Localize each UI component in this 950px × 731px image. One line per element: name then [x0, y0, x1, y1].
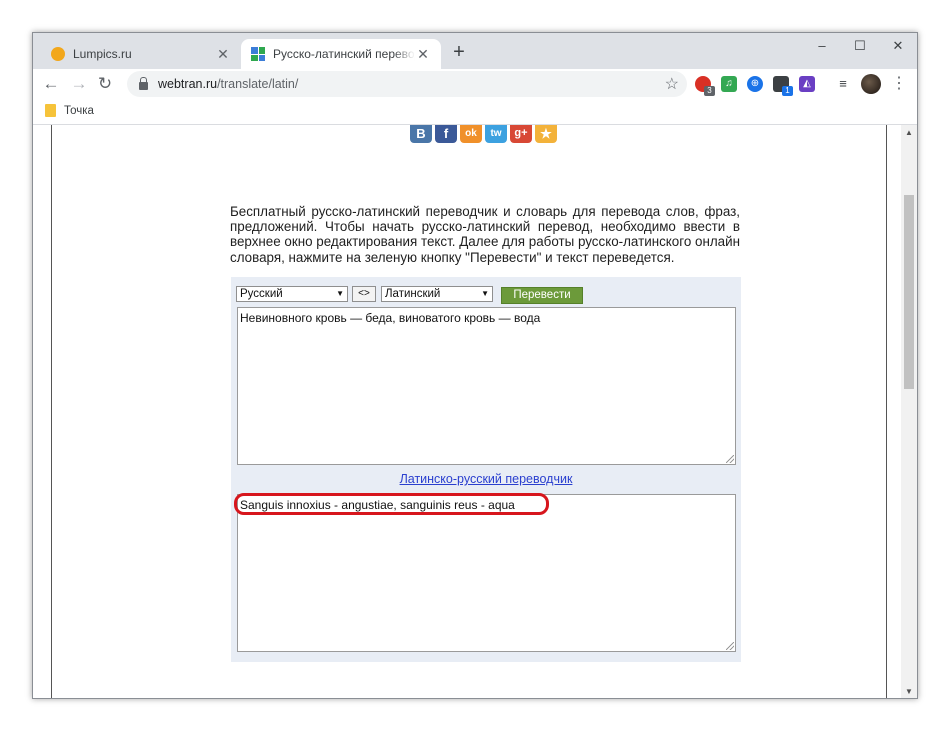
source-language-select[interactable]: Русский ▼: [236, 286, 348, 302]
cube-extension-icon[interactable]: 1: [773, 76, 793, 96]
scroll-down-arrow-icon[interactable]: ▼: [901, 684, 917, 698]
webtran-favicon-icon: [251, 47, 265, 61]
profile-avatar[interactable]: [861, 74, 881, 94]
tab-webtran[interactable]: Русско-латинский переводчик с ✕: [241, 39, 441, 69]
twitter-share-icon[interactable]: tw: [485, 125, 507, 143]
resize-grip-icon[interactable]: [726, 642, 734, 650]
minimize-button[interactable]: –: [803, 33, 841, 61]
result-text-area[interactable]: Sanguis innoxius - angustiae, sanguinis …: [234, 493, 736, 652]
bookmark-label: Точка: [64, 104, 94, 117]
favorite-star-icon[interactable]: ★: [535, 125, 557, 143]
bookmark-star-icon[interactable]: ☆: [665, 74, 679, 94]
swap-languages-button[interactable]: <>: [352, 286, 376, 302]
scroll-up-arrow-icon[interactable]: ▲: [901, 125, 917, 141]
resize-grip-icon[interactable]: [726, 455, 734, 463]
address-bar[interactable]: webtran.ru/translate/latin/ ☆: [127, 71, 687, 97]
opera-red-extension-icon[interactable]: 3: [695, 76, 715, 96]
menu-icon[interactable]: ⋮: [891, 73, 907, 95]
close-tab-icon[interactable]: ✕: [415, 46, 431, 62]
tab-title: Русско-латинский переводчик с: [273, 47, 415, 61]
odnoklassniki-share-icon[interactable]: ok: [460, 125, 482, 143]
close-window-button[interactable]: ✕: [879, 33, 917, 61]
url-text: webtran.ru/translate/latin/: [158, 77, 299, 91]
globe-blue-extension-icon[interactable]: ⊕: [747, 76, 763, 92]
bookmarks-bar: Точка: [33, 99, 917, 125]
facebook-share-icon[interactable]: f: [435, 125, 457, 143]
playlist-icon[interactable]: ≡: [835, 76, 851, 92]
source-text-area[interactable]: Невиновного кровь — беда, виноватого кро…: [237, 307, 736, 465]
page-viewport: В f ok tw g+ ★ Бесплатный русско-латинск…: [33, 125, 917, 698]
scrollbar-thumb[interactable]: [904, 195, 914, 389]
purple-extension-icon[interactable]: ◭: [799, 76, 815, 92]
forward-button[interactable]: →: [67, 72, 91, 96]
page-description: Бесплатный русско-латинский переводчик и…: [230, 204, 740, 265]
social-buttons: В f ok tw g+ ★: [410, 125, 557, 143]
new-tab-button[interactable]: +: [447, 41, 471, 65]
toolbar: ← → ↻ webtran.ru/translate/latin/ ☆ 3 ♫ …: [33, 69, 917, 99]
bookmark-tochka[interactable]: Точка: [45, 104, 94, 117]
tab-title: Lumpics.ru: [73, 47, 132, 61]
dropdown-arrow-icon: ▼: [336, 289, 344, 298]
tab-lumpics[interactable]: Lumpics.ru ✕: [41, 39, 241, 69]
folder-icon: [45, 104, 56, 117]
browser-window: Lumpics.ru ✕ Русско-латинский переводчик…: [32, 32, 918, 699]
tab-strip: Lumpics.ru ✕ Русско-латинский переводчик…: [33, 33, 917, 69]
orange-circle-favicon-icon: [51, 47, 65, 61]
latin-russian-translator-link[interactable]: Латинско-русский переводчик: [231, 472, 741, 486]
vk-share-icon[interactable]: В: [410, 125, 432, 143]
google-plus-share-icon[interactable]: g+: [510, 125, 532, 143]
reload-button[interactable]: ↻: [93, 72, 117, 96]
translator-panel: Русский ▼ <> Латинский ▼ Перевести Невин…: [231, 277, 741, 662]
dropdown-arrow-icon: ▼: [481, 289, 489, 298]
lock-icon: [139, 76, 148, 90]
vertical-scrollbar[interactable]: ▲ ▼: [901, 125, 917, 698]
translate-button[interactable]: Перевести: [501, 287, 583, 304]
back-button[interactable]: ←: [39, 72, 63, 96]
close-tab-icon[interactable]: ✕: [215, 46, 231, 62]
page-content: В f ok tw g+ ★ Бесплатный русско-латинск…: [51, 125, 887, 698]
music-green-extension-icon[interactable]: ♫: [721, 76, 737, 92]
maximize-button[interactable]: ☐: [841, 33, 879, 61]
target-language-select[interactable]: Латинский ▼: [381, 286, 493, 302]
